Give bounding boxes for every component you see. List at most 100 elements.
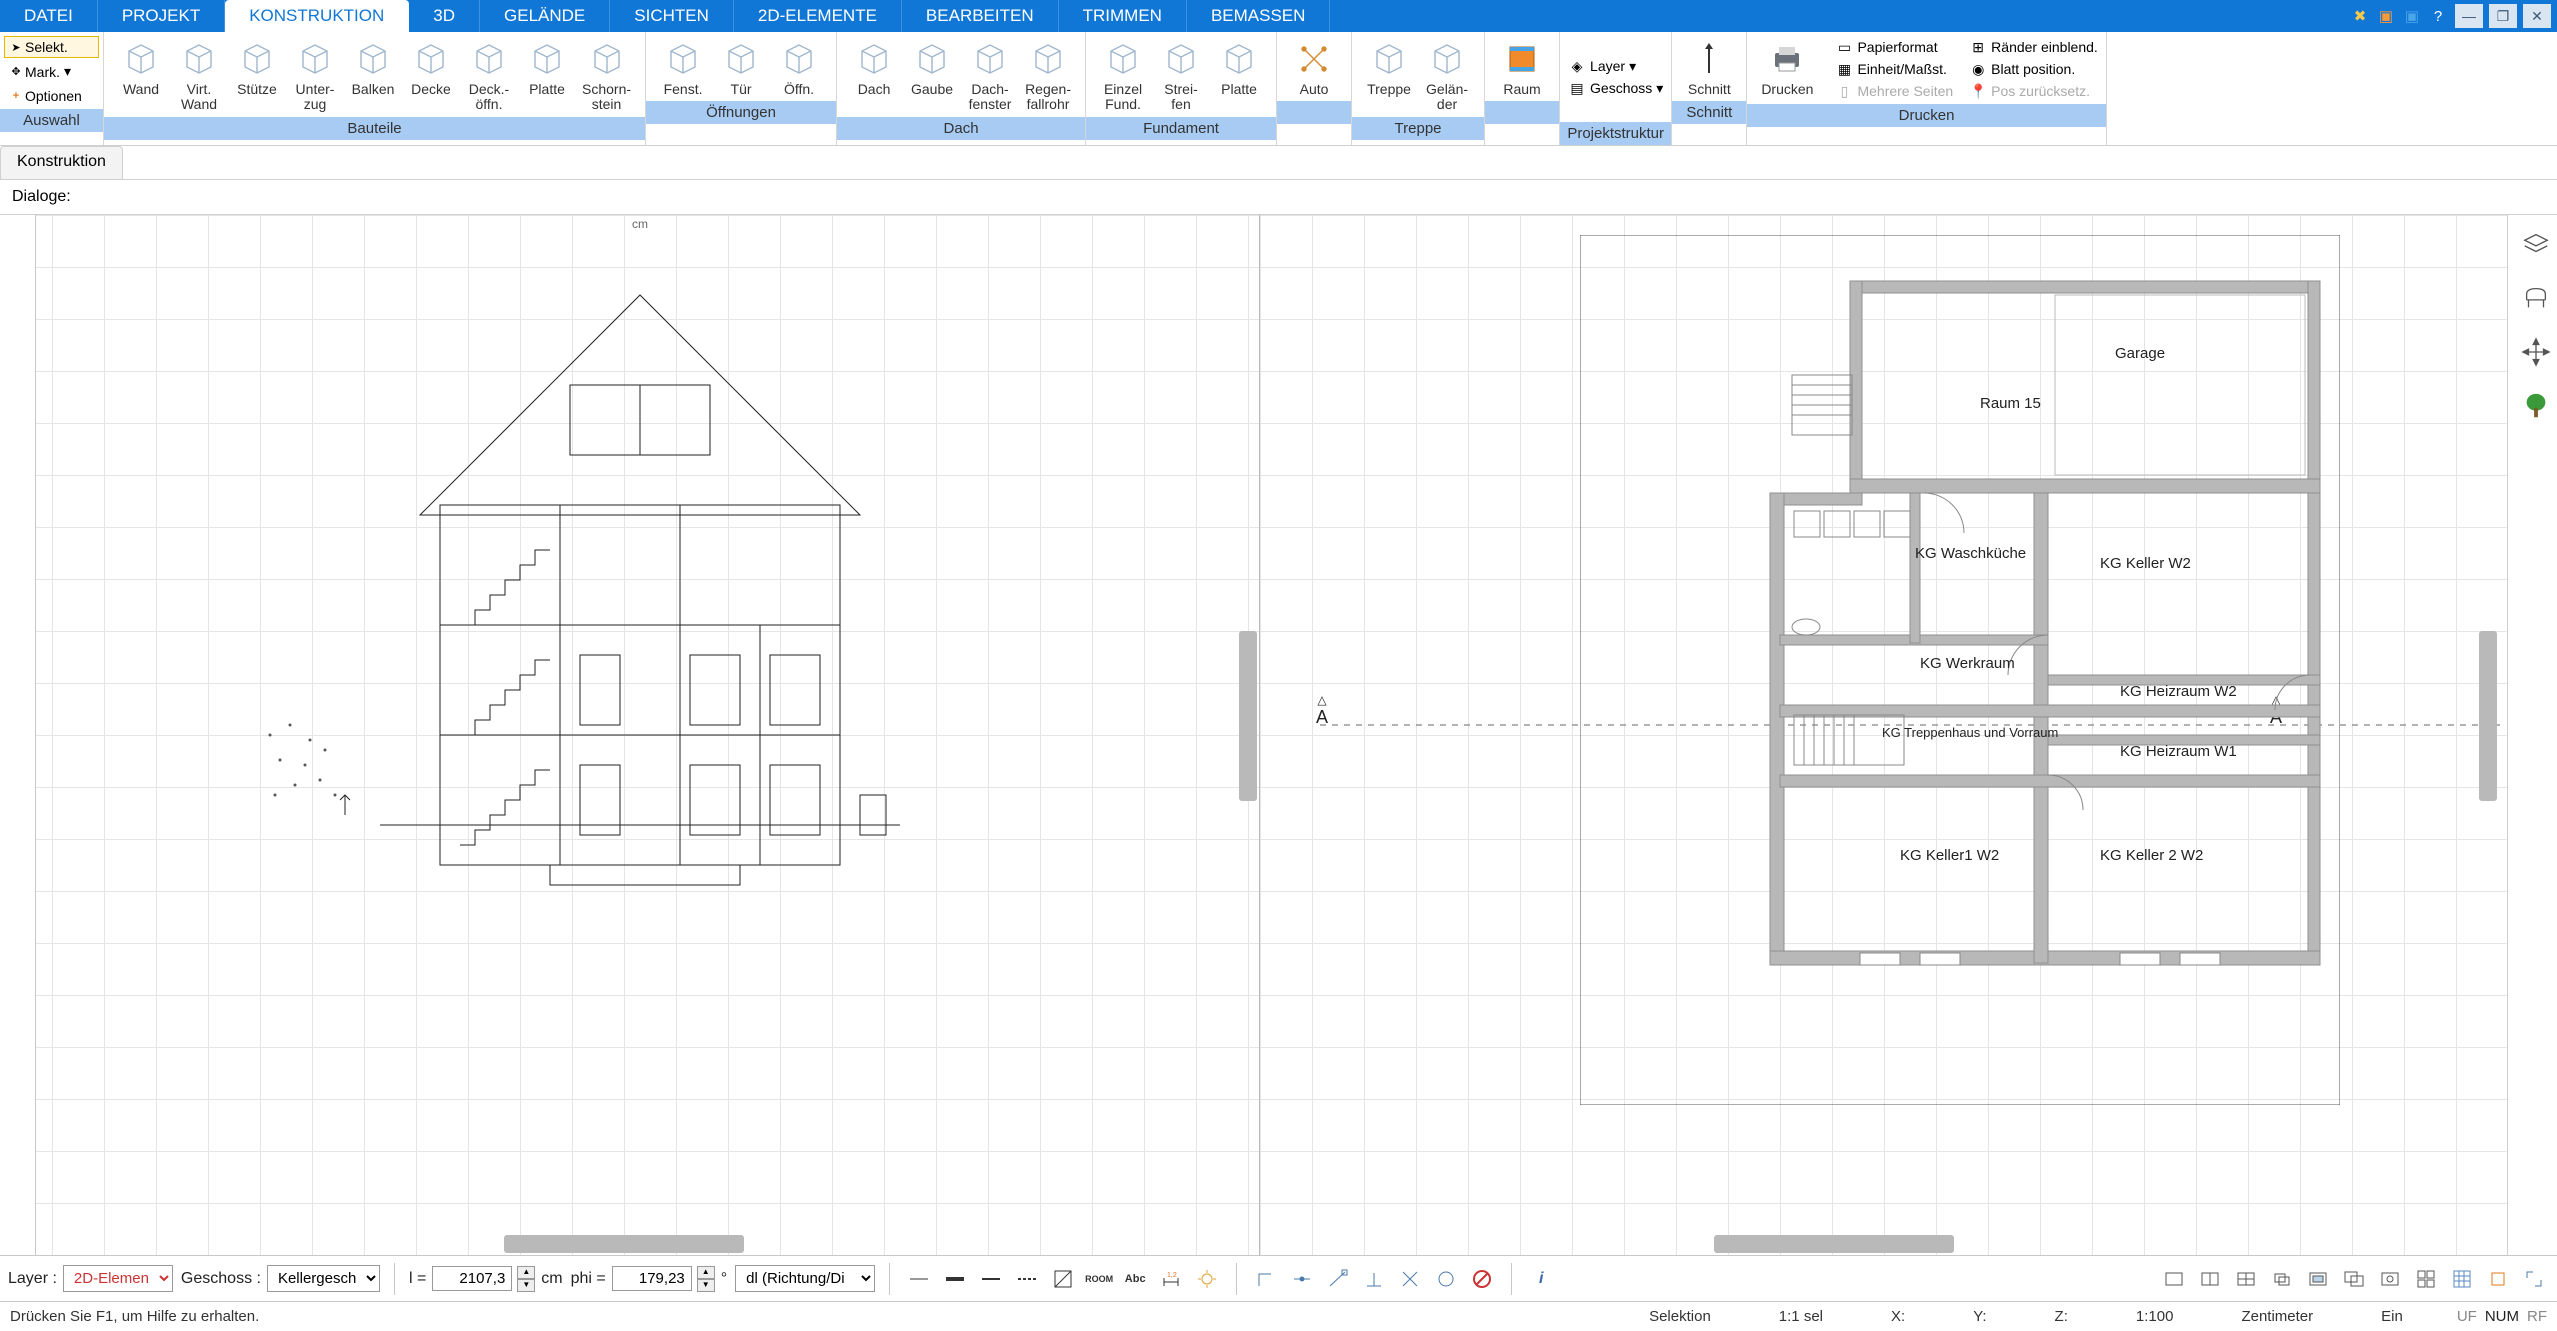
- auto-button[interactable]: Auto: [1285, 36, 1343, 99]
- layers-panel-button[interactable]: [2517, 225, 2555, 263]
- fundament-button-2[interactable]: Platte: [1210, 36, 1268, 99]
- tab-2d-elemente[interactable]: 2D-ELEMENTE: [734, 0, 902, 32]
- fundament-button-1[interactable]: Strei- fen: [1152, 36, 1210, 115]
- hatch-button[interactable]: [1048, 1264, 1078, 1294]
- snap-off-button[interactable]: [1467, 1264, 1497, 1294]
- raum-button[interactable]: Raum: [1493, 36, 1551, 99]
- oeffnungen-button-2[interactable]: Öffn.: [770, 36, 828, 99]
- view-3-button[interactable]: [2231, 1264, 2261, 1294]
- fundament-button-0[interactable]: Einzel Fund.: [1094, 36, 1152, 115]
- treppe-button-1[interactable]: Gelän- der: [1418, 36, 1476, 115]
- dl-select[interactable]: dl (Richtung/Di: [735, 1265, 875, 1292]
- einheit-button[interactable]: ▦Einheit/Maßst.: [1835, 60, 1953, 78]
- navigate-button[interactable]: [2517, 333, 2555, 371]
- tab-konstruktion[interactable]: KONSTRUKTION: [225, 0, 409, 32]
- subtab-konstruktion[interactable]: Konstruktion: [0, 146, 123, 179]
- layer-select[interactable]: 2D-Elemen: [63, 1265, 173, 1292]
- line-med-button[interactable]: [976, 1264, 1006, 1294]
- grid-toggle-button[interactable]: [2447, 1264, 2477, 1294]
- dim-style-button[interactable]: 1,2: [1156, 1264, 1186, 1294]
- view-5-button[interactable]: [2303, 1264, 2333, 1294]
- text-style-button[interactable]: Abc: [1120, 1264, 1150, 1294]
- view-1-button[interactable]: [2159, 1264, 2189, 1294]
- snap-intersect-button[interactable]: [1395, 1264, 1425, 1294]
- dash-button[interactable]: [1012, 1264, 1042, 1294]
- bauteile-button-2[interactable]: Stütze: [228, 36, 286, 99]
- pos-reset-button[interactable]: 📍Pos zurücksetz.: [1969, 82, 2098, 100]
- scrollbar-vertical-right[interactable]: [2479, 631, 2497, 801]
- box-button[interactable]: [2483, 1264, 2513, 1294]
- help-icon[interactable]: ?: [2427, 5, 2449, 27]
- view-2-button[interactable]: [2195, 1264, 2225, 1294]
- line-thin-button[interactable]: [904, 1264, 934, 1294]
- layer-dropdown[interactable]: ◈Layer▾: [1568, 57, 1663, 75]
- phi-spin-up[interactable]: ▲: [697, 1266, 715, 1279]
- bauteile-button-7[interactable]: Platte: [518, 36, 576, 99]
- oeffnungen-button-0[interactable]: Fenst.: [654, 36, 712, 99]
- select-tool[interactable]: ➤Selekt.: [4, 36, 99, 58]
- light-style-button[interactable]: [1192, 1264, 1222, 1294]
- bauteile-button-3[interactable]: Unter- zug: [286, 36, 344, 115]
- tab-bearbeiten[interactable]: BEARBEITEN: [902, 0, 1059, 32]
- viewport-plan[interactable]: ' △A △A: [1260, 215, 2557, 1255]
- restore-button[interactable]: ❐: [2489, 4, 2517, 28]
- treppe-button-0[interactable]: Treppe: [1360, 36, 1418, 99]
- oeffnungen-button-1[interactable]: Tür: [712, 36, 770, 99]
- bauteile-button-8[interactable]: Schorn- stein: [576, 36, 637, 115]
- tab-gelaende[interactable]: GELÄNDE: [480, 0, 610, 32]
- drucken-button[interactable]: Drucken: [1755, 36, 1819, 99]
- tab-projekt[interactable]: PROJEKT: [98, 0, 225, 32]
- l-spin-down[interactable]: ▼: [517, 1279, 535, 1292]
- mark-tool[interactable]: ✥Mark.▾: [4, 60, 99, 83]
- view-7-button[interactable]: [2375, 1264, 2405, 1294]
- line-thick-button[interactable]: [940, 1264, 970, 1294]
- tab-trimmen[interactable]: TRIMMEN: [1059, 0, 1187, 32]
- snap-circle-button[interactable]: [1431, 1264, 1461, 1294]
- options-tool[interactable]: +Optionen: [4, 85, 99, 107]
- raender-button[interactable]: ⊞Ränder einblend.: [1969, 38, 2098, 56]
- scrollbar-horizontal-right[interactable]: [1714, 1235, 1954, 1253]
- dach-button-2[interactable]: Dach- fenster: [961, 36, 1019, 115]
- bauteile-button-4[interactable]: Balken: [344, 36, 402, 99]
- geschoss-dropdown[interactable]: ▤Geschoss▾: [1568, 79, 1663, 97]
- geschoss-select[interactable]: Kellergesch: [267, 1265, 380, 1292]
- phi-input[interactable]: [612, 1266, 692, 1291]
- info-button[interactable]: i: [1526, 1264, 1556, 1294]
- bauteile-button-6[interactable]: Deck.- öffn.: [460, 36, 518, 115]
- blatt-position-button[interactable]: ◉Blatt position.: [1969, 60, 2098, 78]
- bauteile-button-5[interactable]: Decke: [402, 36, 460, 99]
- snap-mid-button[interactable]: [1287, 1264, 1317, 1294]
- tab-sichten[interactable]: SICHTEN: [610, 0, 734, 32]
- tools-icon[interactable]: ✖: [2349, 5, 2371, 27]
- dach-button-3[interactable]: Regen- fallrohr: [1019, 36, 1077, 115]
- dach-button-0[interactable]: Dach: [845, 36, 903, 99]
- view-8-button[interactable]: [2411, 1264, 2441, 1294]
- dach-button-1[interactable]: Gaube: [903, 36, 961, 99]
- window2-icon[interactable]: ▣: [2401, 5, 2423, 27]
- view-4-button[interactable]: [2267, 1264, 2297, 1294]
- snap-perp-button[interactable]: [1359, 1264, 1389, 1294]
- scrollbar-horizontal-left[interactable]: [504, 1235, 744, 1253]
- papierformat-button[interactable]: ▭Papierformat: [1835, 38, 1953, 56]
- schnitt-button[interactable]: Schnitt: [1680, 36, 1738, 99]
- tab-datei[interactable]: DATEI: [0, 0, 98, 32]
- room-style-button[interactable]: ROOM: [1084, 1264, 1114, 1294]
- view-6-button[interactable]: [2339, 1264, 2369, 1294]
- tab-bemassen[interactable]: BEMASSEN: [1187, 0, 1330, 32]
- window1-icon[interactable]: ▣: [2375, 5, 2397, 27]
- scrollbar-vertical-left[interactable]: [1239, 631, 1257, 801]
- snap-corner-button[interactable]: [1251, 1264, 1281, 1294]
- snap-end-button[interactable]: [1323, 1264, 1353, 1294]
- expand-button[interactable]: [2519, 1264, 2549, 1294]
- close-button[interactable]: ✕: [2523, 4, 2551, 28]
- bauteile-button-0[interactable]: Wand: [112, 36, 170, 99]
- minimize-button[interactable]: —: [2455, 4, 2483, 28]
- bauteile-button-1[interactable]: Virt. Wand: [170, 36, 228, 115]
- mehrere-seiten-button[interactable]: ▯Mehrere Seiten: [1835, 82, 1953, 100]
- tab-3d[interactable]: 3D: [409, 0, 480, 32]
- furniture-button[interactable]: [2517, 279, 2555, 317]
- phi-spin-down[interactable]: ▼: [697, 1279, 715, 1292]
- l-input[interactable]: [432, 1266, 512, 1291]
- tree-button[interactable]: [2517, 387, 2555, 425]
- l-spin-up[interactable]: ▲: [517, 1266, 535, 1279]
